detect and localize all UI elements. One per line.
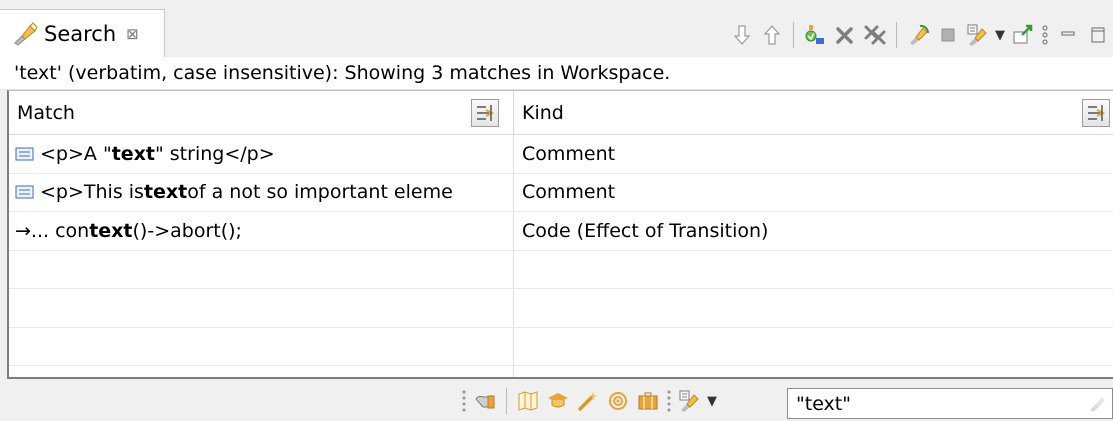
maximize-icon[interactable] <box>1083 20 1113 50</box>
kind-cell: Code (Effect of Transition) <box>514 212 1113 250</box>
view-tab-bar: Search ⊠ ▼ <box>0 0 1113 57</box>
match-highlight: text <box>89 219 133 242</box>
book-icon[interactable] <box>513 386 543 416</box>
column-options-icon <box>1088 105 1106 121</box>
search-history-icon[interactable] <box>963 20 993 50</box>
kind-cell: Comment <box>514 135 1113 173</box>
target-icon[interactable] <box>603 386 633 416</box>
pin-icon[interactable] <box>1007 20 1037 50</box>
toolbar-grip <box>462 389 466 413</box>
empty-row <box>9 327 1113 366</box>
match-cell[interactable]: <p>This is text of a not so important el… <box>9 173 514 211</box>
table-header: Match Kind <box>9 91 1113 135</box>
next-match-icon[interactable] <box>727 20 757 50</box>
comment-icon <box>15 147 34 161</box>
bottom-toolbar: ▼ "text" <box>0 379 1113 421</box>
filter-search-input[interactable]: "text" <box>787 388 1113 419</box>
filter-toolbar: ▼ <box>458 385 719 417</box>
column-options-button[interactable] <box>471 99 499 127</box>
column-header-label: Match <box>17 101 75 124</box>
clear-search-icon[interactable] <box>1086 393 1108 415</box>
column-header-match[interactable]: Match <box>9 91 514 135</box>
match-highlight: text <box>143 181 188 204</box>
stop-icon[interactable] <box>933 20 963 50</box>
search-input-value: "text" <box>796 392 851 415</box>
empty-row <box>9 366 1113 377</box>
remove-match-icon[interactable] <box>830 20 860 50</box>
match-text-post: " string</p> <box>155 142 275 165</box>
minimize-icon[interactable] <box>1053 20 1083 50</box>
match-text-pre: <p>A " <box>40 142 112 165</box>
match-text-pre: →... con <box>15 219 90 242</box>
previous-match-icon[interactable] <box>757 20 787 50</box>
remove-all-matches-icon[interactable] <box>860 20 890 50</box>
column-header-kind[interactable]: Kind <box>514 91 1113 135</box>
filter-icon[interactable] <box>470 386 500 416</box>
table-row[interactable]: <p>This is text of a not so important el… <box>9 173 1113 212</box>
match-text-post: ()->abort(); <box>132 219 242 242</box>
match-cell[interactable]: →... con text ()->abort(); <box>9 212 514 250</box>
table-row[interactable]: <p>A " text " string</p> Comment <box>9 135 1113 174</box>
column-options-icon <box>477 105 495 121</box>
empty-row <box>9 289 1113 328</box>
match-highlight: text <box>111 142 155 165</box>
kind-cell: Comment <box>514 174 1113 212</box>
toolbar-separator <box>896 22 897 48</box>
toolbar-separator <box>506 388 507 414</box>
empty-row <box>9 250 1113 289</box>
search-summary-label: 'text' (verbatim, case insensitive): Sho… <box>0 57 1113 90</box>
column-header-label: Kind <box>522 101 564 124</box>
match-text-pre: <p>This is <box>40 181 144 204</box>
view-menu-icon[interactable] <box>1037 20 1053 50</box>
tab-label: Search <box>44 21 117 46</box>
refresh-icon[interactable] <box>903 20 933 50</box>
wand-icon[interactable] <box>573 386 603 416</box>
education-icon[interactable] <box>543 386 573 416</box>
close-tab-icon[interactable]: ⊠ <box>126 25 139 43</box>
comment-icon <box>15 185 34 199</box>
show-in-browser-icon[interactable] <box>800 20 830 50</box>
toolbar-separator <box>793 22 794 48</box>
column-options-button[interactable] <box>1082 99 1110 127</box>
toolbar-grip <box>667 389 671 413</box>
table-body: <p>A " text " string</p> Comment <p>This i… <box>9 135 1113 377</box>
search-flashlight-icon <box>12 21 38 47</box>
search-results-table[interactable]: Match Kind <p>A " text " string</p> Commen… <box>7 90 1113 379</box>
briefcase-icon[interactable] <box>633 386 663 416</box>
search-view-tab[interactable]: Search ⊠ <box>0 9 165 57</box>
search-history-dropdown-icon[interactable]: ▼ <box>993 28 1007 43</box>
table-row[interactable]: →... con text ()->abort(); Code (Effect of… <box>9 212 1113 251</box>
match-text-post: of a not so important eleme <box>187 181 453 204</box>
search-history-icon[interactable] <box>675 386 705 416</box>
match-cell[interactable]: <p>A " text " string</p> <box>9 135 514 173</box>
search-history-dropdown-icon[interactable]: ▼ <box>705 394 719 409</box>
view-toolbar: ▼ <box>727 18 1113 52</box>
